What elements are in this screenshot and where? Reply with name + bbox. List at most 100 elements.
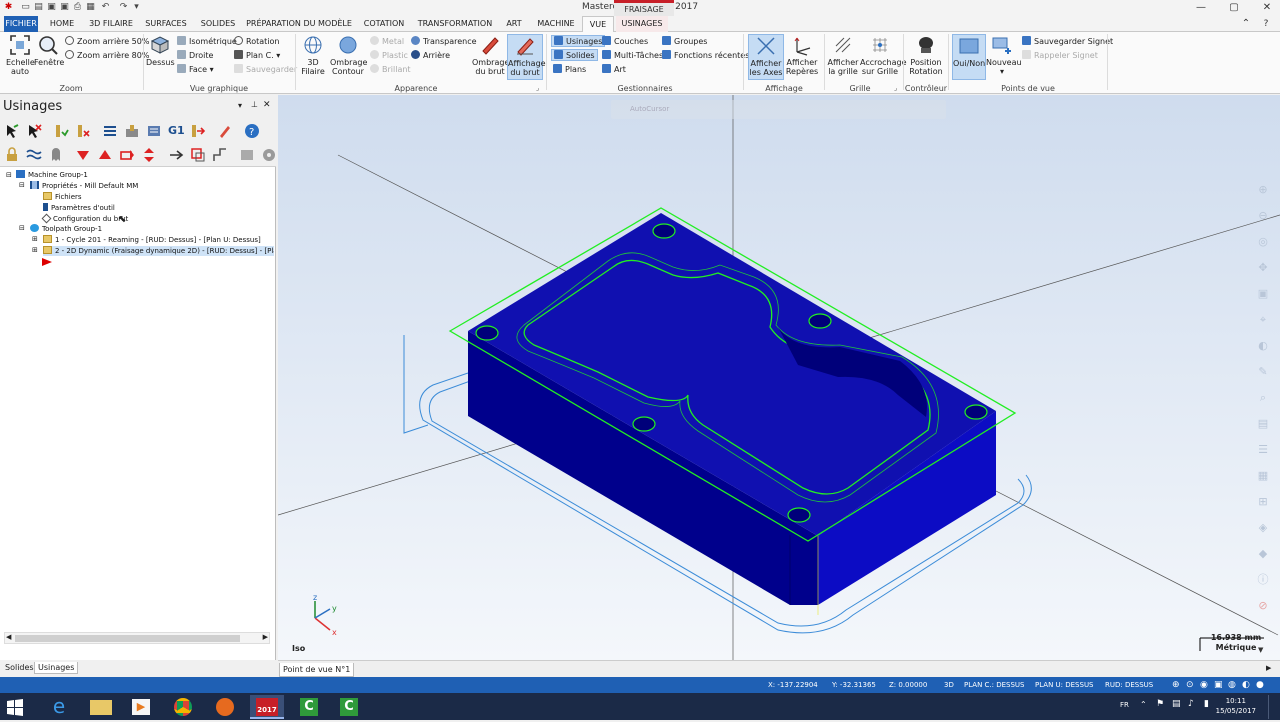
status-shade-icon[interactable]: ◉: [1200, 677, 1208, 693]
high-speed-check-icon[interactable]: [190, 123, 206, 139]
display-with-color-icon[interactable]: [212, 147, 228, 163]
tree-node-tool-params[interactable]: Paramètres d'outil: [43, 203, 115, 213]
afficher-axes-button[interactable]: Afficher les Axes: [748, 34, 784, 80]
single-display-icon[interactable]: [190, 147, 206, 163]
nouveau-viewport-button[interactable]: Nouveau ▾: [986, 34, 1022, 76]
scrollbar-thumb[interactable]: [15, 635, 240, 642]
move-up-icon[interactable]: [97, 147, 113, 163]
zoom-arriere-80-button[interactable]: Zoom arrière 80%: [65, 50, 149, 62]
close-window-button[interactable]: ✕: [1259, 1, 1275, 15]
echelle-auto-button[interactable]: Echelle auto: [6, 34, 35, 76]
status-plan-u[interactable]: PLAN U: DESSUS: [1035, 677, 1094, 693]
select-all-operations-icon[interactable]: [4, 123, 20, 139]
minimize-button[interactable]: —: [1193, 1, 1209, 15]
panel-menu-icon[interactable]: ▾: [238, 101, 242, 110]
taskbar-firefox[interactable]: [208, 695, 242, 719]
position-rotation-button[interactable]: Position Rotation: [906, 34, 946, 76]
expand-toggle-icon[interactable]: ⊟: [19, 224, 25, 232]
tab-surfaces[interactable]: SURFACES: [142, 16, 190, 32]
tab-solides[interactable]: SOLIDES: [196, 16, 240, 32]
nouveau-dropdown-icon[interactable]: ▾: [986, 67, 1018, 76]
face-button[interactable]: Face ▾: [177, 64, 214, 76]
affichage-brut-button[interactable]: Affichage du brut: [507, 34, 546, 80]
taskbar-app-c2[interactable]: C: [332, 695, 366, 719]
rotate-side-icon[interactable]: ◎: [1254, 229, 1272, 255]
afficher-reperes-button[interactable]: Afficher Repères: [784, 34, 820, 76]
tray-power-icon[interactable]: ▮: [1204, 699, 1209, 709]
verify-icon[interactable]: [124, 123, 140, 139]
usinages-manager-toggle[interactable]: Usinages: [551, 35, 606, 47]
plans-manager-toggle[interactable]: Plans: [553, 64, 586, 76]
scroll-left-icon[interactable]: ◀: [6, 633, 11, 641]
insert-arrow-icon[interactable]: [119, 147, 135, 163]
status-hidden-icon[interactable]: ◍: [1228, 677, 1236, 693]
regenerate-all-icon[interactable]: [53, 123, 69, 139]
taskbar-chrome[interactable]: [166, 695, 200, 719]
apparence-dialog-launcher-icon[interactable]: ⌟: [536, 84, 539, 92]
panel-pin-icon[interactable]: ⊥: [251, 100, 258, 109]
zoom-in-side-icon[interactable]: ⊕: [1254, 177, 1272, 203]
tree-node-stock-setup[interactable]: Configuration du brut: [41, 213, 128, 224]
grille-dialog-launcher-icon[interactable]: ⌟: [894, 84, 897, 92]
status-solid-icon[interactable]: ●: [1256, 677, 1264, 693]
grid-side-icon[interactable]: ▦: [1254, 463, 1272, 489]
analyze-side-icon[interactable]: ⌕: [1254, 385, 1272, 411]
tab-home[interactable]: HOME: [44, 16, 80, 32]
status-plan-c[interactable]: PLAN C.: DESSUS: [964, 677, 1025, 693]
layers-side-icon[interactable]: ☰: [1254, 437, 1272, 463]
backplot-icon[interactable]: [102, 123, 118, 139]
show-desktop-button[interactable]: [1268, 695, 1278, 719]
viewport-canvas[interactable]: z y x: [278, 95, 1280, 660]
help-circle-icon[interactable]: ?: [244, 123, 260, 139]
tree-node-properties[interactable]: Propriétés - Mill Default MM: [30, 181, 138, 191]
graphics-viewport[interactable]: z y x AutoCursor Iso 16.938 mm Métrique …: [278, 95, 1280, 660]
tab-usinages-panel[interactable]: Usinages: [34, 662, 79, 674]
plan-c-dropdown[interactable]: Plan C. ▾: [234, 50, 280, 62]
regenerate-dirty-icon[interactable]: [75, 123, 91, 139]
tab-cotation[interactable]: COTATION: [358, 16, 410, 32]
status-display-icon[interactable]: ▣: [1214, 677, 1223, 693]
arriere-button[interactable]: Arrière: [411, 50, 450, 62]
expand-toggle-icon[interactable]: ⊞: [32, 235, 38, 243]
snap-side-icon[interactable]: ⊞: [1254, 489, 1272, 515]
tab-vue[interactable]: VUE: [582, 16, 614, 33]
shade-side-icon[interactable]: ◐: [1254, 333, 1272, 359]
tab-transformation[interactable]: TRANSFORMATION: [416, 16, 494, 32]
move-down-icon[interactable]: [75, 147, 91, 163]
insert-arrow-marker-icon[interactable]: [41, 257, 53, 267]
workflow-icon[interactable]: [239, 147, 255, 163]
tab-art[interactable]: ART: [500, 16, 528, 32]
post-g1-icon[interactable]: G1: [168, 124, 185, 137]
scroll-toggle-icon[interactable]: [168, 147, 184, 163]
zoom-out-side-icon[interactable]: ⊖: [1254, 203, 1272, 229]
rotation-button[interactable]: Rotation: [234, 36, 279, 48]
tab-usinages[interactable]: USINAGES: [616, 16, 668, 32]
select-all-invalid-icon[interactable]: [26, 123, 42, 139]
sauvegarder-signet-button[interactable]: Sauvegarder Signet: [1022, 36, 1113, 48]
tree-node-operation-2[interactable]: 2 - 2D Dynamic (Fraisage dynamique 2D) -…: [43, 246, 274, 256]
tray-expand-icon[interactable]: ⌃: [1140, 700, 1147, 709]
simulate-icon[interactable]: [146, 123, 162, 139]
expand-toggle-icon[interactable]: ⊞: [32, 246, 38, 254]
expand-toggle-icon[interactable]: ⊟: [6, 171, 12, 179]
tab-preparation-modele[interactable]: PRÉPARATION DU MODÈLE: [246, 16, 352, 32]
tray-volume-icon[interactable]: ♪: [1188, 699, 1194, 709]
status-z-coord[interactable]: Z: 0.00000: [889, 677, 927, 693]
tab-fichier[interactable]: FICHIER: [4, 16, 38, 32]
status-mode[interactable]: 3D: [944, 677, 954, 693]
transparence-button[interactable]: Transparence: [411, 36, 477, 48]
lock-icon[interactable]: [4, 147, 20, 163]
status-section-icon[interactable]: ⊕: [1172, 677, 1180, 693]
tab-machine[interactable]: MACHINE: [534, 16, 578, 32]
filaire-3d-button[interactable]: 3D Filaire: [298, 34, 328, 76]
tab-3d-filaire[interactable]: 3D FILAIRE: [85, 16, 137, 32]
tab-point-de-vue-1[interactable]: Point de vue N°1: [279, 663, 355, 677]
taskbar-app-c1[interactable]: C: [292, 695, 326, 719]
groupes-manager-toggle[interactable]: Groupes: [662, 36, 707, 48]
scroll-right-icon[interactable]: ▶: [263, 633, 268, 641]
taskbar-ie[interactable]: e: [42, 695, 76, 719]
color-side-icon[interactable]: ◆: [1254, 541, 1272, 567]
toggle-display-icon[interactable]: [26, 147, 42, 163]
input-language[interactable]: FR: [1120, 701, 1129, 709]
status-rud[interactable]: RUD: DESSUS: [1105, 677, 1153, 693]
